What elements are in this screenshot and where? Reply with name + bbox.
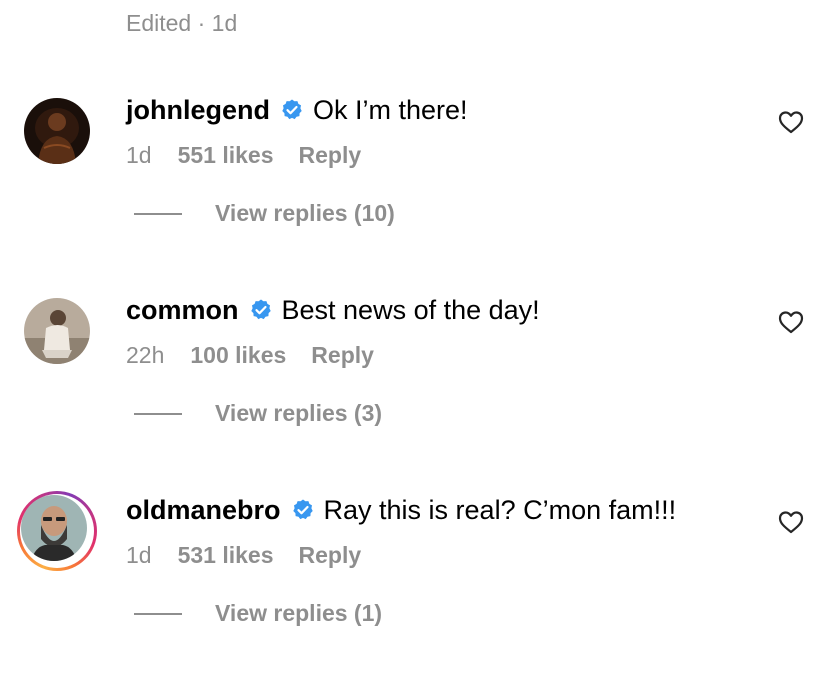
avatar[interactable] [21,495,87,561]
avatar[interactable] [24,98,90,164]
comment-time[interactable]: 1d [126,542,152,569]
view-replies-button[interactable]: View replies (3) [134,400,382,427]
view-replies-button[interactable]: View replies (10) [134,200,395,227]
comment-item: common Best news of the day! 22h 100 lik… [0,284,826,484]
heart-icon[interactable] [778,510,804,534]
heart-icon[interactable] [778,310,804,334]
username[interactable]: johnlegend [126,93,270,127]
reply-button[interactable]: Reply [311,342,374,369]
comment-time[interactable]: 1d [126,142,152,169]
comment-item: oldmanebro Ray this is real? C’mon fam!!… [0,484,826,684]
likes-count[interactable]: 531 likes [178,542,274,569]
verified-badge-icon [249,298,273,322]
likes-count[interactable]: 100 likes [190,342,286,369]
divider-dash [134,412,182,415]
view-replies-label: View replies (1) [215,600,383,626]
comment-text: Ray this is real? C’mon fam!!! [323,495,677,525]
verified-badge-icon [291,498,315,522]
divider-dash [134,612,182,615]
comment-item: johnlegend Ok I’m there! 1d 551 likes Re… [0,84,826,284]
comment-text: Ok I’m there! [313,95,468,125]
likes-count[interactable]: 551 likes [178,142,274,169]
verified-badge-icon [280,98,304,122]
avatar[interactable] [24,298,90,364]
username[interactable]: oldmanebro [126,493,281,527]
story-ring[interactable] [17,491,97,571]
reply-button[interactable]: Reply [299,142,362,169]
view-replies-label: View replies (10) [215,200,395,226]
comment-time[interactable]: 22h [126,342,164,369]
edited-timestamp: Edited · 1d [126,10,238,36]
username[interactable]: common [126,293,239,327]
divider-dash [134,212,182,215]
view-replies-label: View replies (3) [215,400,383,426]
view-replies-button[interactable]: View replies (1) [134,600,382,627]
reply-button[interactable]: Reply [299,542,362,569]
heart-icon[interactable] [778,110,804,134]
comment-text: Best news of the day! [281,295,540,325]
